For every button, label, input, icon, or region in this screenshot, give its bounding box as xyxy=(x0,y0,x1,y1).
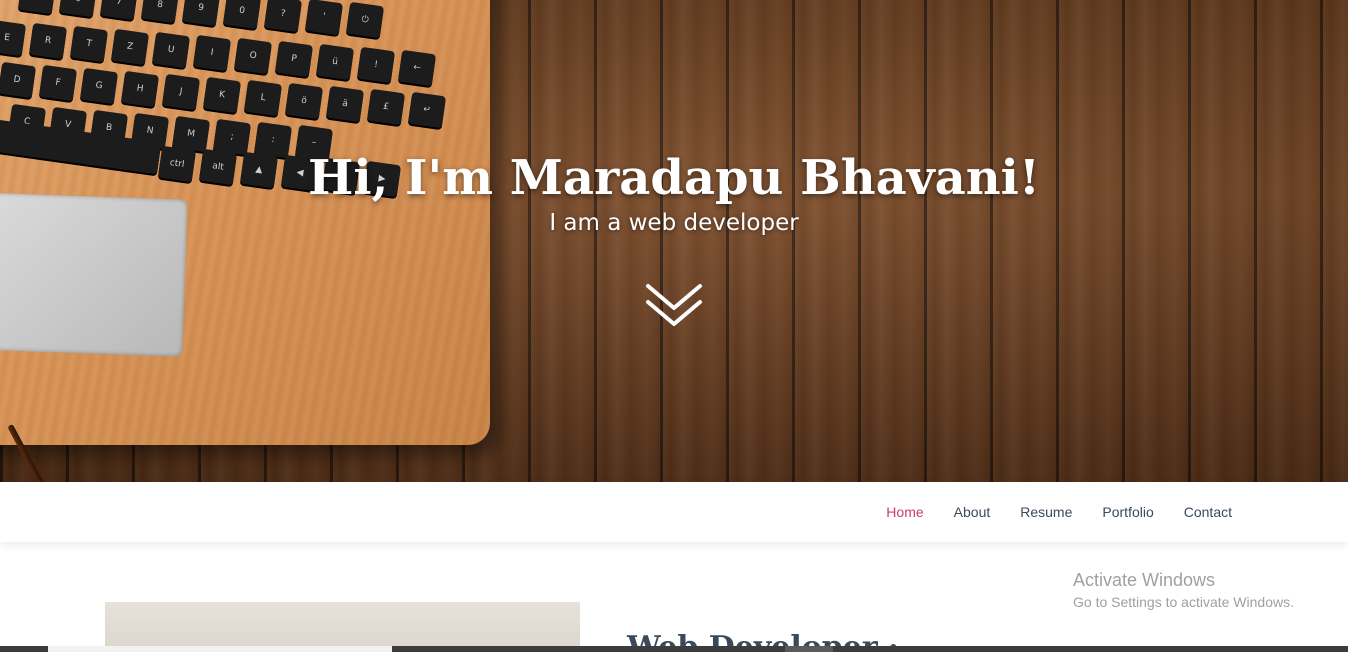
about-photo xyxy=(105,602,580,652)
keyboard-key: J xyxy=(161,73,201,111)
scroll-down-svg xyxy=(646,284,702,326)
keyboard-key: M xyxy=(171,115,211,153)
keyboard-key: Z xyxy=(110,28,150,66)
nav-item-contact[interactable]: Contact xyxy=(1184,504,1232,520)
keyboard-key: R xyxy=(28,22,68,60)
keyboard-key: 8 xyxy=(140,0,180,24)
nav-item-home[interactable]: Home xyxy=(886,504,923,520)
keyboard-key: ⏻ xyxy=(345,1,385,39)
keyboard-key: P xyxy=(274,40,314,78)
taskbar-search-box[interactable] xyxy=(48,646,392,652)
keyboard-key: O xyxy=(233,37,273,75)
keyboard-key: K xyxy=(202,76,242,114)
keyboard-key: 9 xyxy=(181,0,221,27)
nav-item-resume[interactable]: Resume xyxy=(1020,504,1072,520)
keyboard-key: U xyxy=(151,31,191,69)
keyboard-key: ! xyxy=(356,46,396,84)
taskbar xyxy=(0,646,1348,652)
keyboard-key: ü xyxy=(315,43,355,81)
keyboard-key: H xyxy=(120,70,160,108)
keyboard-key: D xyxy=(0,61,37,99)
keyboard-key: F xyxy=(38,64,78,102)
keyboard-key: ö xyxy=(284,82,324,120)
keyboard-key: ä xyxy=(325,85,365,123)
keyboard-key: ↵ xyxy=(407,91,447,129)
main-navbar: Home About Resume Portfolio Contact xyxy=(0,482,1348,542)
keyboard-key: L xyxy=(243,79,283,117)
keyboard-key: 7 xyxy=(99,0,139,21)
keyboard-key: 5 xyxy=(17,0,57,15)
keyboard-key: ← xyxy=(397,49,437,87)
keyboard-key: E xyxy=(0,19,27,57)
activate-windows-watermark: Activate Windows Go to Settings to activ… xyxy=(1073,570,1294,610)
activate-windows-subtitle: Go to Settings to activate Windows. xyxy=(1073,594,1294,610)
keyboard-key: ? xyxy=(263,0,303,33)
hero-title: Hi, I'm Maradapu Bhavani! xyxy=(308,150,1040,206)
activate-windows-title: Activate Windows xyxy=(1073,570,1216,590)
taskbar-app-button[interactable] xyxy=(785,646,833,652)
hero-content: Hi, I'm Maradapu Bhavani! I am a web dev… xyxy=(0,150,1348,236)
keyboard-key: ' xyxy=(304,0,344,36)
hero-section: 567890?'⏻ERTZUIOPü!←DFGHJKLöä£↵CVBNM;:–c… xyxy=(0,0,1348,482)
keyboard-key: 0 xyxy=(222,0,262,30)
keyboard-key: £ xyxy=(366,88,406,126)
keyboard-key: 6 xyxy=(58,0,98,18)
nav-item-about[interactable]: About xyxy=(954,504,991,520)
nav-links: Home About Resume Portfolio Contact xyxy=(856,482,1232,542)
keyboard-key: I xyxy=(192,34,232,72)
double-chevron-down-icon[interactable] xyxy=(645,282,703,330)
nav-item-portfolio[interactable]: Portfolio xyxy=(1102,504,1153,520)
keyboard-key: T xyxy=(69,25,109,63)
keyboard-key: G xyxy=(79,67,119,105)
hero-subtitle: I am a web developer xyxy=(549,210,799,236)
